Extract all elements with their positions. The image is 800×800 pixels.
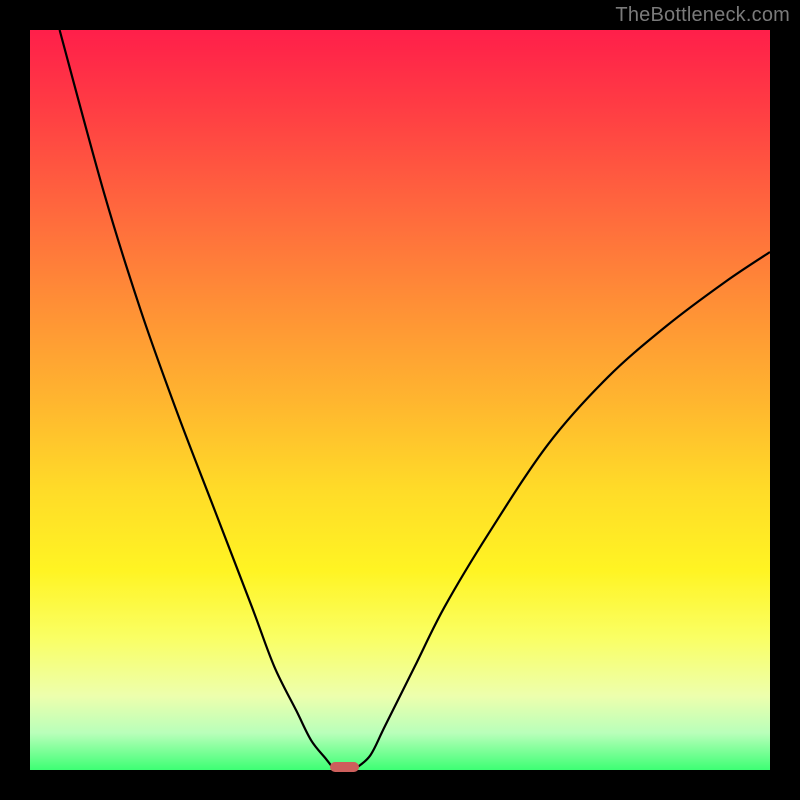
- curve-right-branch: [356, 252, 770, 769]
- plot-area: [30, 30, 770, 770]
- watermark-text: TheBottleneck.com: [615, 4, 790, 27]
- bottleneck-curve: [30, 30, 770, 770]
- minimum-marker: [330, 762, 360, 772]
- chart-frame: TheBottleneck.com: [0, 0, 800, 800]
- curve-left-branch: [60, 30, 334, 769]
